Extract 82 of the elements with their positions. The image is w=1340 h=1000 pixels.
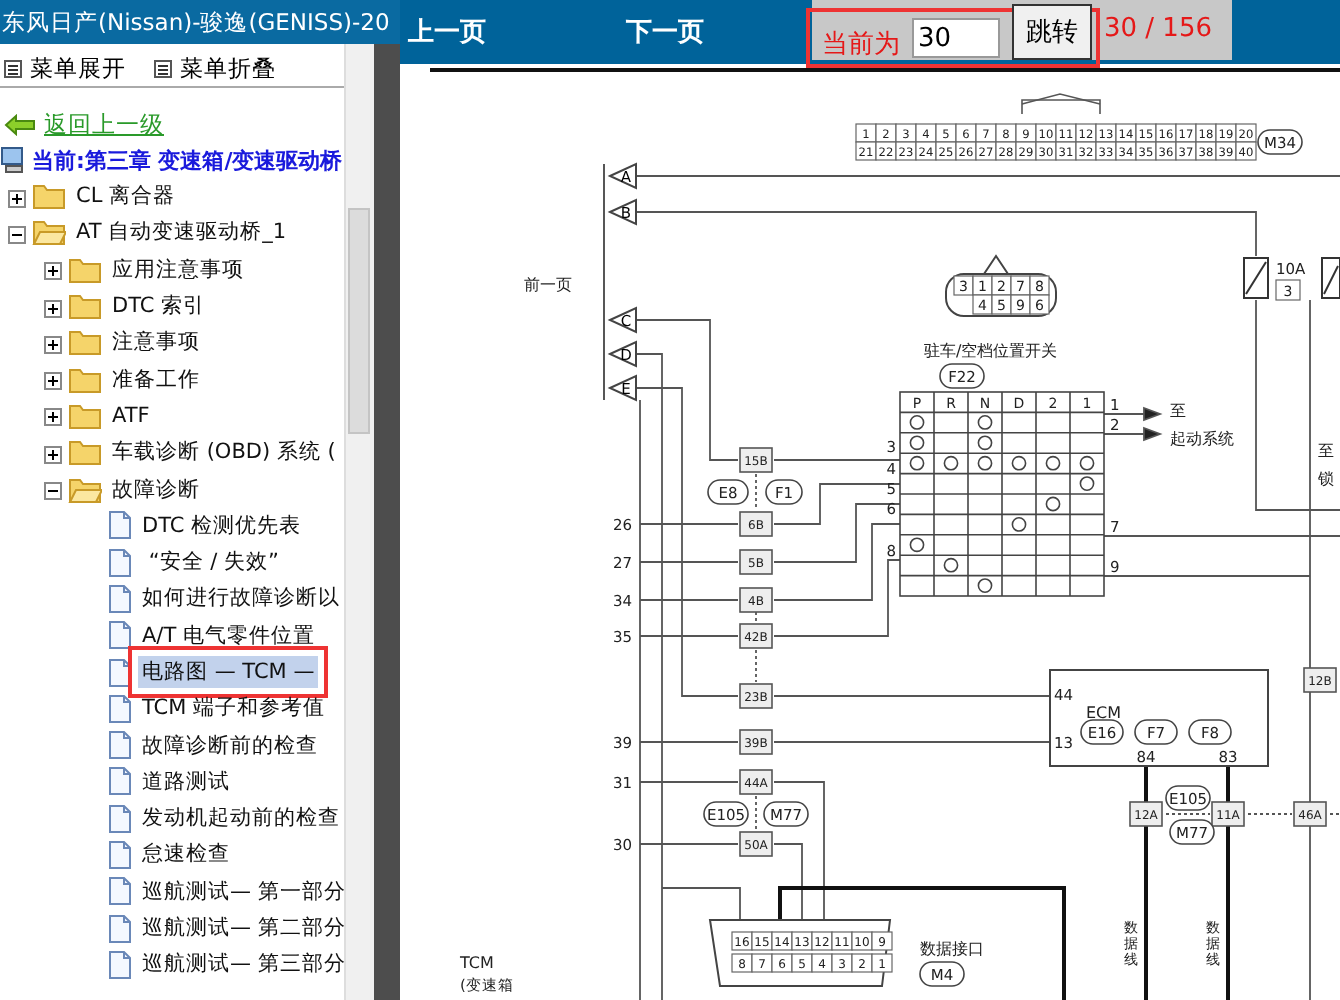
expand-icon[interactable]: [44, 262, 62, 281]
tree-item[interactable]: 故障诊断: [108, 473, 204, 506]
document-icon: [108, 913, 132, 944]
tree-item[interactable]: 道路测试: [138, 765, 234, 798]
page-count: 30 / 156: [1104, 14, 1212, 44]
expand-icon[interactable]: [44, 445, 62, 464]
destination-note: 锁: [1318, 470, 1334, 488]
tree-item[interactable]: “安全 / 失效”: [138, 546, 283, 579]
toolbar-button[interactable]: 菜单展开: [4, 52, 126, 86]
tree-item[interactable]: A/T 电气零件位置: [138, 619, 319, 652]
folder-icon: [68, 328, 102, 357]
document-icon: [108, 949, 132, 980]
back-link[interactable]: 返回上一级: [44, 109, 164, 139]
fuse-icon: [1243, 257, 1269, 299]
go-button[interactable]: 跳转: [1012, 4, 1092, 60]
arrow: [1103, 406, 1163, 422]
tree-item[interactable]: AT 自动变速驱动桥_1: [72, 216, 291, 249]
folder-icon: [68, 255, 102, 284]
folder-icon: [68, 365, 102, 394]
ecm-title: ECM: [1086, 704, 1122, 722]
collapse-icon[interactable]: [8, 225, 26, 244]
document-icon: [108, 803, 132, 834]
folder-icon: [32, 182, 66, 211]
list-icon: [154, 60, 172, 78]
current-location: 当前:第三章 变速箱/变速驱动桥: [32, 145, 343, 175]
tree-item[interactable]: CL 离合器: [72, 180, 180, 213]
destination-note: 至: [1170, 402, 1186, 420]
document-icon: [108, 547, 132, 578]
expand-icon[interactable]: [44, 408, 62, 427]
next-page-link[interactable]: 下一页: [626, 14, 704, 50]
folder-icon: [68, 292, 102, 321]
tree-item[interactable]: 巡航测试— 第二部分: [138, 912, 350, 945]
back-arrow-icon: [4, 113, 36, 135]
scrollbar[interactable]: [344, 44, 373, 1000]
connector-title: 数据接口: [920, 940, 984, 958]
document-icon: [108, 693, 132, 724]
tree-item[interactable]: 巡航测试— 第一部分: [138, 875, 350, 908]
tree-item[interactable]: 怠速检查: [138, 838, 234, 871]
expand-icon[interactable]: [8, 189, 26, 208]
document-icon: [108, 839, 132, 870]
expand-icon[interactable]: [44, 372, 62, 391]
current-page-label: 当前为: [822, 28, 900, 62]
document-icon: [108, 657, 132, 687]
destination-note: 至: [1318, 442, 1334, 460]
tree-item[interactable]: 故障诊断前的检查: [138, 729, 322, 762]
tree-item[interactable]: 发动机起动前的检查: [138, 802, 344, 835]
tree-item[interactable]: 如何进行故障诊断以: [138, 582, 344, 615]
folder-icon: [68, 475, 102, 504]
document-icon: [108, 510, 132, 541]
tree-item[interactable]: 车载诊断 (OBD) 系统 (: [108, 436, 340, 469]
expand-icon[interactable]: [44, 299, 62, 318]
document-icon: [108, 583, 132, 614]
tree-item[interactable]: 应用注意事项: [108, 253, 248, 286]
tree-item[interactable]: ATF: [108, 401, 154, 430]
arrow: [1103, 426, 1163, 442]
toolbar-button[interactable]: 菜单折叠: [154, 52, 276, 86]
tree-item[interactable]: 准备工作: [108, 363, 204, 396]
connector-key-drawing: [1021, 93, 1101, 115]
window-title: 东风日产(Nissan)-骏逸(GENISS)-20: [0, 0, 400, 44]
tree-item[interactable]: DTC 检测优先表: [138, 509, 306, 542]
collapse-icon[interactable]: [44, 482, 62, 501]
document-icon: [108, 766, 132, 797]
tree-item[interactable]: 电路图 — TCM —: [138, 656, 319, 688]
previous-page-link[interactable]: 上一页: [408, 14, 486, 50]
tree-item[interactable]: DTC 索引: [108, 290, 210, 323]
document-icon: [108, 730, 132, 761]
computer-icon: [0, 146, 28, 174]
tcm-title: TCM: [460, 954, 494, 972]
folder-icon: [68, 438, 102, 467]
switch-title: 驻车/空档位置开关: [924, 342, 1058, 360]
splitter-bar[interactable]: [373, 44, 400, 1000]
document-icon: [108, 620, 132, 651]
expand-icon[interactable]: [44, 335, 62, 354]
tree-item[interactable]: 巡航测试— 第三部分: [138, 948, 350, 981]
destination-note: 起动系统: [1170, 430, 1234, 448]
document-icon: [108, 876, 132, 907]
tree-item[interactable]: TCM 端子和参考值: [138, 692, 330, 725]
folder-icon: [32, 218, 66, 247]
tree-item[interactable]: 注意事项: [108, 326, 204, 359]
folder-icon: [68, 401, 102, 430]
page-input[interactable]: 30: [912, 18, 1000, 58]
page-reference-label: 前一页: [524, 276, 572, 294]
